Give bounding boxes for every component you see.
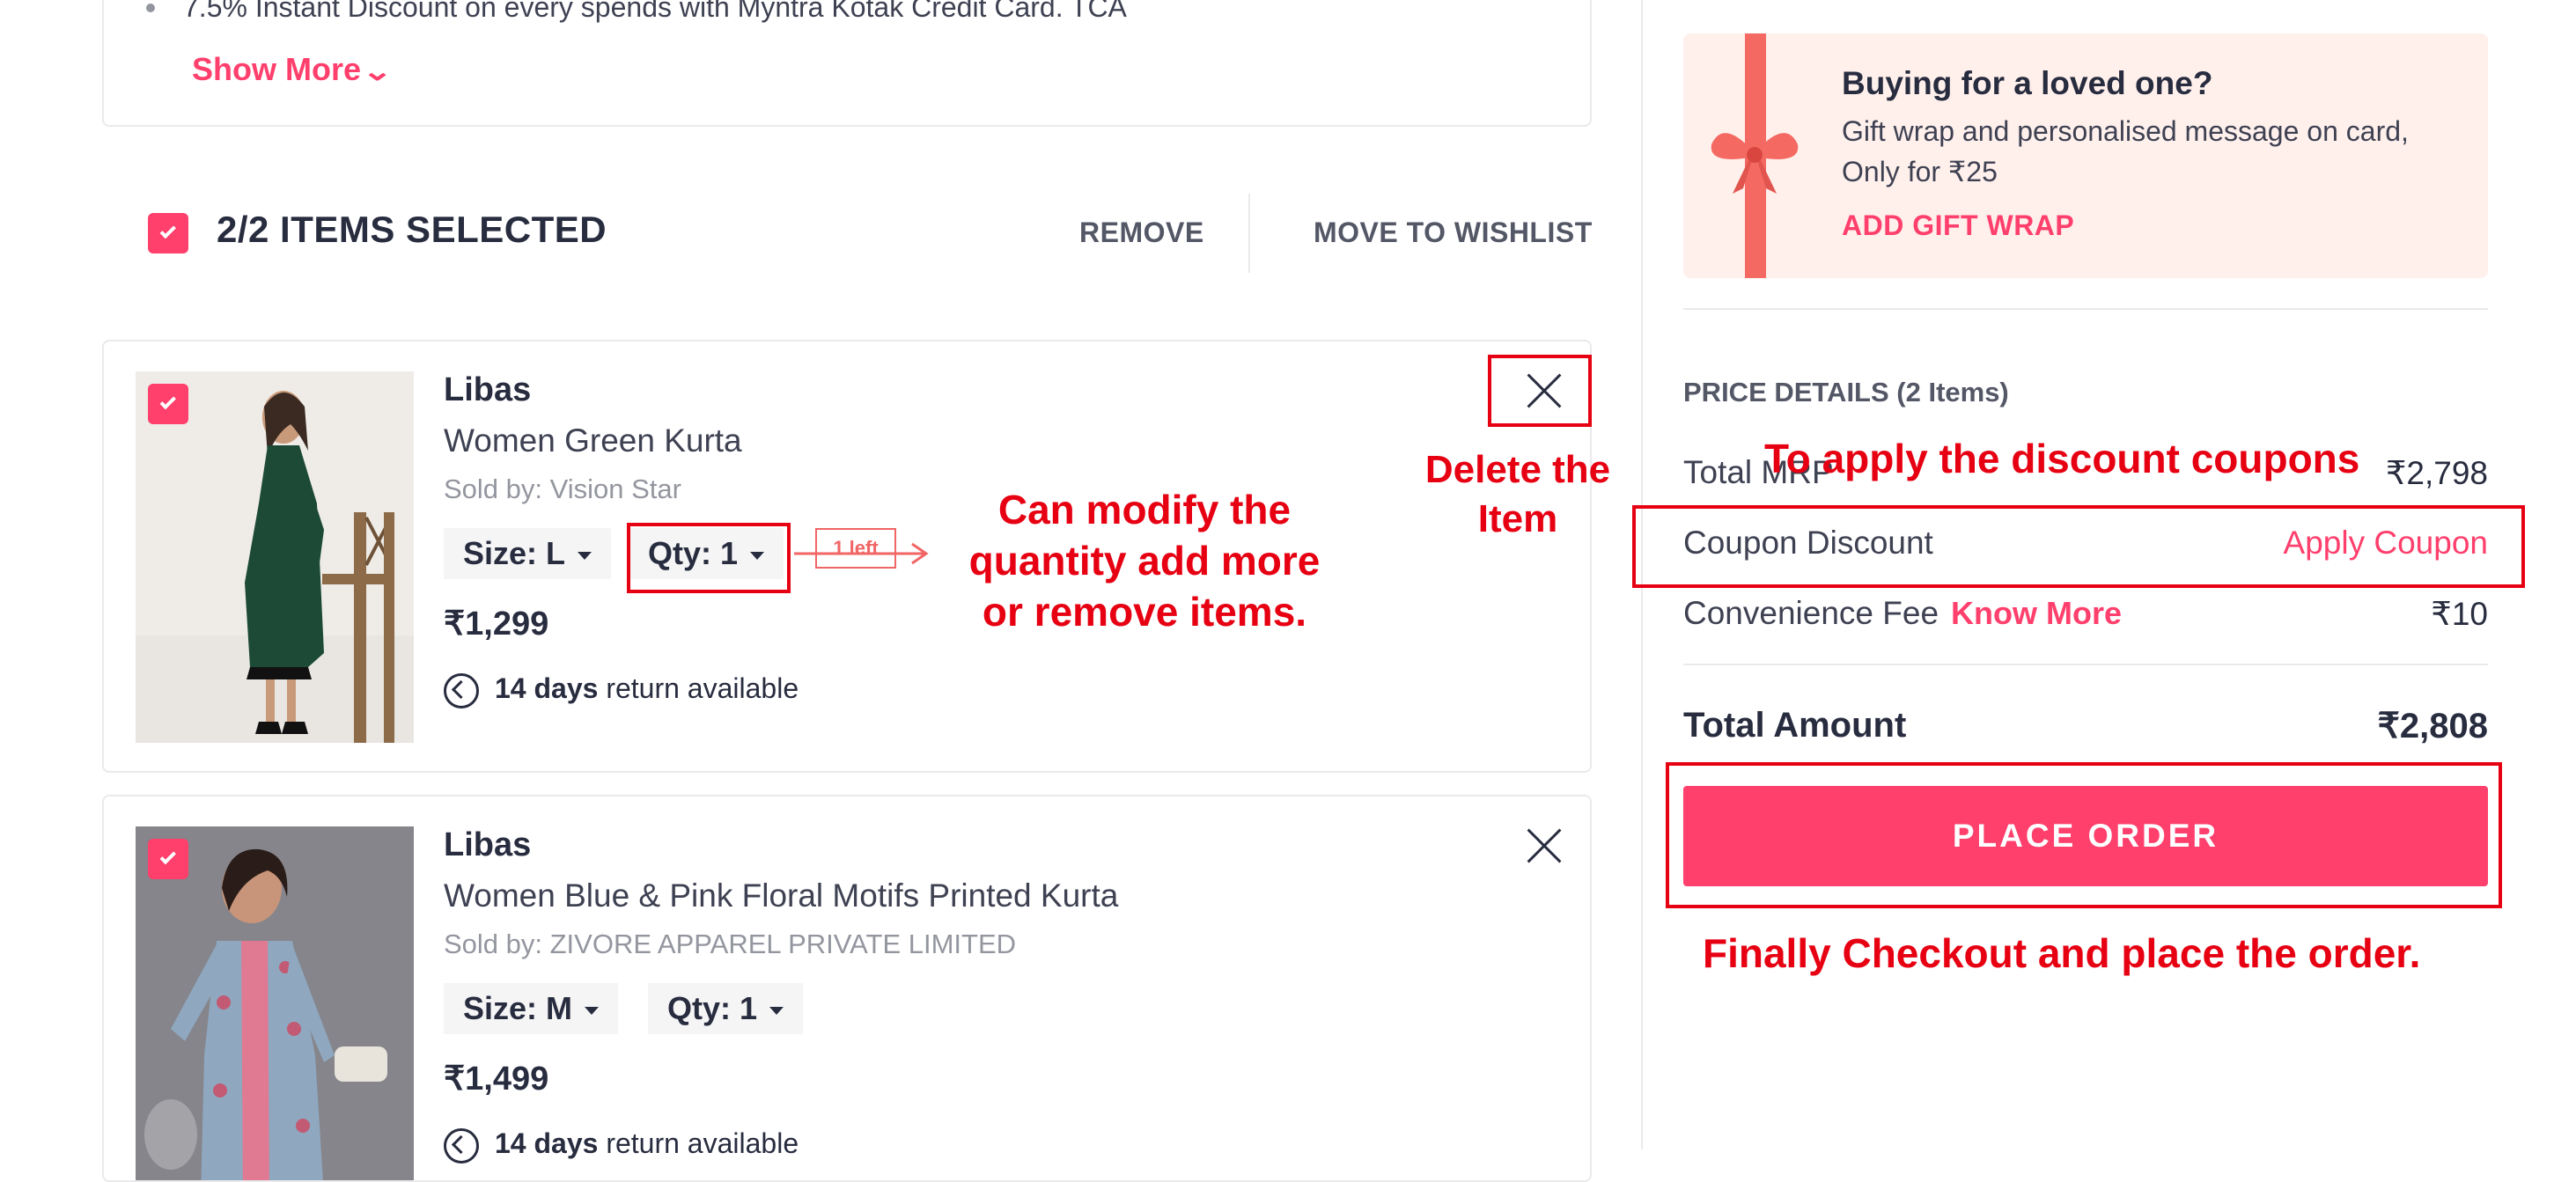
cart-item-card: Libas Women Blue & Pink Floral Motifs Pr… [102, 795, 1592, 1182]
annotation-coupons: To apply the discount coupons [1764, 436, 2360, 481]
caret-down-icon [769, 1006, 784, 1015]
annotation-quantity-line: or remove items. [982, 589, 1307, 635]
move-to-wishlist-button[interactable]: MOVE TO WISHLIST [1314, 217, 1593, 249]
return-text: return available [606, 1127, 799, 1159]
know-more-link[interactable]: Know More [1951, 595, 2122, 632]
item-checkbox[interactable] [148, 839, 188, 879]
brand-name: Libas [444, 826, 532, 863]
return-text: return available [606, 672, 799, 704]
caret-down-icon [585, 1006, 600, 1015]
annotation-delete-line: Delete the [1424, 448, 1611, 491]
caret-down-icon [578, 551, 592, 560]
annotation-checkout: Finally Checkout and place the order. [1703, 930, 2421, 976]
select-all-checkbox[interactable] [148, 213, 188, 253]
annotation-quantity: Can modify the quantity add more or remo… [942, 484, 1347, 637]
annotation-quantity-line: Can modify the [997, 487, 1292, 532]
gift-wrap-panel: Buying for a loved one? Gift wrap and pe… [1683, 33, 2488, 278]
return-icon [444, 672, 479, 708]
annotation-box-order [1666, 762, 2502, 908]
return-policy: 14 days return available [444, 1127, 799, 1164]
offer-text: 7.5% Instant Discount on every spends wi… [146, 0, 1127, 24]
return-icon [444, 1127, 479, 1164]
qty-label: Qty: 1 [667, 990, 758, 1026]
product-image[interactable] [136, 371, 414, 743]
annotation-delete-line: Item [1477, 497, 1558, 540]
brand-name: Libas [444, 371, 532, 408]
chevron-down-icon: ⌄ [361, 57, 394, 86]
convenience-fee-label: Convenience Fee [1683, 595, 1939, 631]
return-days: 14 days [495, 672, 599, 704]
annotation-delete: Delete the Item [1412, 445, 1623, 544]
check-icon [159, 222, 177, 239]
annotation-quantity-line: quantity add more [968, 538, 1321, 584]
product-image[interactable] [136, 826, 414, 1180]
return-policy: 14 days return available [444, 672, 799, 708]
item-price: ₹1,499 [444, 1061, 549, 1098]
show-more-label: Show More [192, 51, 362, 87]
seller-name: Sold by: ZIVORE APPAREL PRIVATE LIMITED [444, 929, 1017, 959]
items-selected-count: 2/2 ITEMS SELECTED [217, 209, 607, 250]
check-icon [159, 848, 177, 865]
divider [1248, 194, 1250, 273]
bank-offers-panel: 7.5% Instant Discount on every spends wi… [102, 0, 1592, 127]
divider [1683, 664, 2488, 665]
remove-selected-button[interactable]: REMOVE [1079, 217, 1204, 249]
divider [1683, 308, 2488, 310]
gift-description: Gift wrap and personalised message on ca… [1842, 115, 2409, 187]
price-details-title: PRICE DETAILS (2 Items) [1683, 377, 2009, 407]
convenience-fee-value: ₹10 [2431, 596, 2488, 632]
size-label: Size: M [463, 990, 573, 1026]
item-checkbox[interactable] [148, 384, 188, 424]
gift-title: Buying for a loved one? [1842, 65, 2213, 101]
item-price: ₹1,299 [444, 606, 549, 642]
remove-item-close-icon[interactable] [1525, 826, 1564, 865]
gift-bow-icon [1711, 133, 1799, 194]
size-label: Size: L [463, 535, 566, 571]
annotation-box-delete [1488, 355, 1592, 427]
product-name[interactable]: Women Blue & Pink Floral Motifs Printed … [444, 877, 1118, 914]
seller-name: Sold by: Vision Star [444, 474, 681, 504]
size-selector[interactable]: Size: M [444, 983, 619, 1034]
qty-selector[interactable]: Qty: 1 [648, 983, 804, 1034]
product-photo [136, 826, 414, 1180]
check-icon [159, 393, 177, 410]
product-photo [136, 371, 414, 743]
show-more-link[interactable]: Show More⌄ [192, 51, 393, 88]
total-amount-value: ₹2,808 [2377, 707, 2488, 745]
arrow-right-icon [794, 542, 929, 565]
annotation-box-coupon [1632, 505, 2525, 588]
product-name[interactable]: Women Green Kurta [444, 422, 742, 459]
add-gift-wrap-link[interactable]: ADD GIFT WRAP [1842, 209, 2074, 242]
size-selector[interactable]: Size: L [444, 528, 612, 579]
annotation-box-qty [627, 523, 791, 593]
total-amount-label: Total Amount [1683, 706, 1907, 745]
return-days: 14 days [495, 1127, 599, 1159]
total-mrp-value: ₹2,798 [2385, 455, 2488, 491]
